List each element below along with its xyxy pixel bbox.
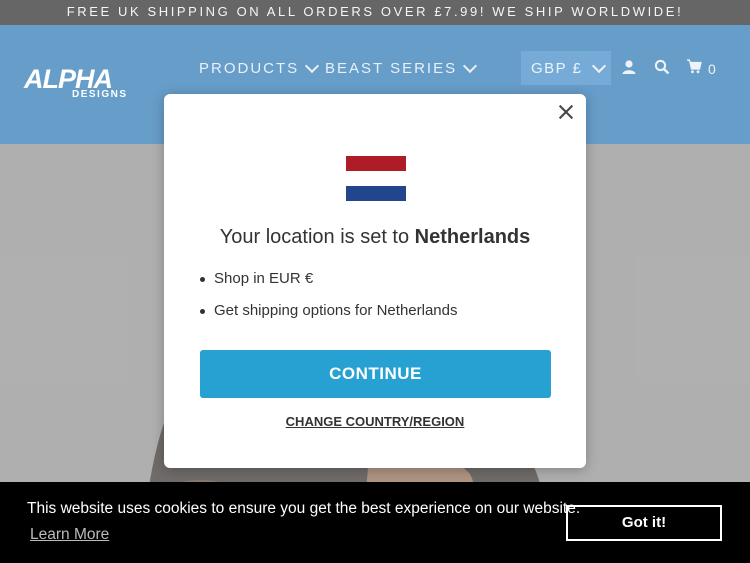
list-item: Shop in EUR € [199, 269, 457, 301]
location-title-prefix: Your location is set to [219, 226, 410, 248]
change-country-link[interactable]: CHANGE COUNTRY/REGION [164, 414, 586, 429]
list-item: Get shipping options for Netherlands [199, 301, 457, 333]
cookie-banner: This website uses cookies to ensure you … [0, 482, 750, 563]
location-title: Your location is set to Netherlands [164, 226, 586, 249]
learn-more-link[interactable]: Learn More [30, 526, 109, 544]
location-bullets: Shop in EUR € Get shipping options for N… [199, 269, 457, 333]
location-country: Netherlands [414, 226, 531, 248]
cookie-message: This website uses cookies to ensure you … [27, 500, 581, 517]
netherlands-flag-icon [346, 156, 406, 201]
got-it-button[interactable]: Got it! [566, 505, 722, 541]
location-modal: Your location is set to Netherlands Shop… [164, 94, 586, 468]
close-icon[interactable] [556, 102, 576, 122]
continue-button[interactable]: CONTINUE [200, 350, 551, 398]
